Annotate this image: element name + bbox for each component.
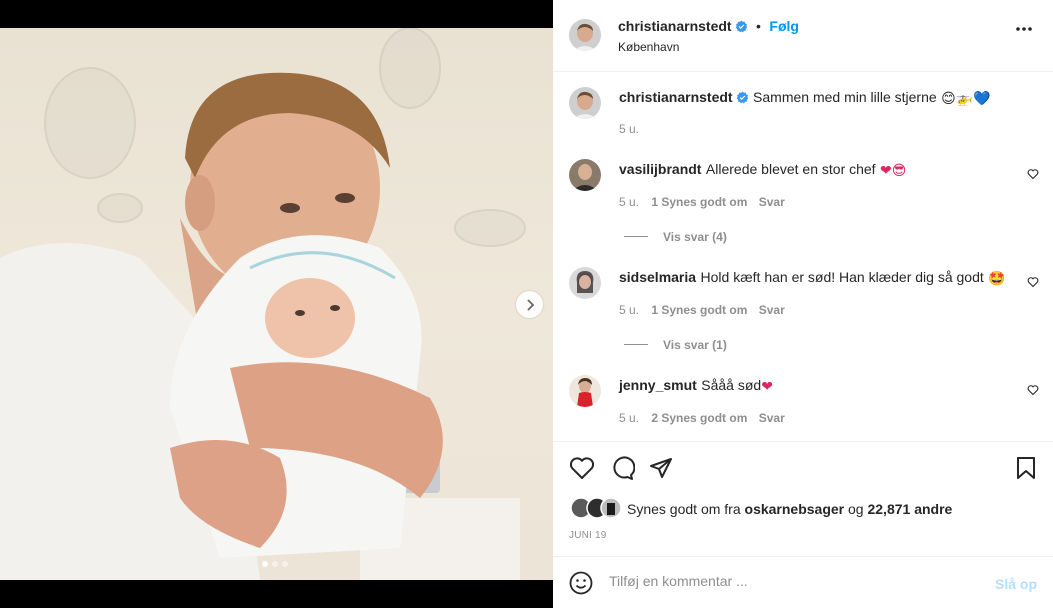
liker-avatar-stack: [570, 497, 622, 519]
comment-like-icon[interactable]: [1027, 276, 1039, 288]
caption: christianarnstedt Sammen med min lille s…: [619, 89, 991, 107]
view-replies-button[interactable]: Vis svar (1): [663, 338, 727, 352]
comment-meta: 5 u. 2 Synes godt om Svar: [619, 411, 785, 425]
reply-line: [624, 236, 648, 237]
comment: sidselmaria Hold kæft han er sød! Han kl…: [619, 269, 1006, 287]
follow-button[interactable]: Følg: [769, 18, 799, 34]
reply-button[interactable]: Svar: [759, 195, 785, 209]
post-media: [0, 0, 553, 608]
post-date[interactable]: JUNI 19: [569, 530, 607, 541]
likes-user[interactable]: oskarnebsager: [745, 501, 845, 517]
comment-time[interactable]: 5 u.: [619, 195, 639, 209]
comment-likes[interactable]: 2 Synes godt om: [651, 411, 747, 425]
comment-meta: 5 u. 1 Synes godt om Svar: [619, 195, 785, 209]
comment-likes[interactable]: 1 Synes godt om: [651, 303, 747, 317]
post-sidebar: christianarnstedt • Følg København chris…: [553, 0, 1053, 608]
comment-emojis: ❤😎: [880, 163, 907, 179]
likes-prefix: Synes godt om fra: [627, 501, 741, 517]
verified-icon: [735, 20, 747, 33]
emoji-icon[interactable]: [569, 571, 593, 595]
likes-conjunction: og: [848, 501, 864, 517]
comment: jenny_smut Sååå sød❤: [619, 377, 773, 395]
caption-avatar[interactable]: [569, 87, 601, 119]
author-username[interactable]: christianarnstedt: [618, 18, 732, 34]
caption-username[interactable]: christianarnstedt: [619, 89, 733, 105]
reply-button[interactable]: Svar: [759, 411, 785, 425]
author-avatar[interactable]: [569, 19, 601, 51]
comment: vasilijbrandt Allerede blevet en stor ch…: [619, 161, 906, 179]
reply-line: [624, 344, 648, 345]
post-comment-button[interactable]: Slå op: [995, 576, 1037, 592]
comment-meta: 5 u. 1 Synes godt om Svar: [619, 303, 785, 317]
comment-text: Hold kæft han er sød! Han klæder dig så …: [700, 269, 984, 285]
comment-emojis: 🤩: [988, 271, 1006, 287]
post-location[interactable]: København: [618, 40, 679, 54]
comment-username[interactable]: sidselmaria: [619, 269, 696, 285]
comment-text: Sååå sød: [701, 377, 762, 393]
share-icon[interactable]: [649, 456, 673, 480]
comment-text: Allerede blevet en stor chef: [705, 161, 876, 177]
carousel-indicator: [262, 561, 288, 567]
carousel-dot: [272, 561, 278, 567]
comment-avatar[interactable]: [569, 375, 601, 407]
avatar-image: [569, 87, 601, 119]
caption-time[interactable]: 5 u.: [619, 122, 639, 136]
comment-likes[interactable]: 1 Synes godt om: [651, 195, 747, 209]
comment-avatar[interactable]: [569, 159, 601, 191]
comment-composer: Slå op: [553, 556, 1053, 608]
comment-icon[interactable]: [609, 456, 635, 480]
likes-count[interactable]: 22,871 andre: [867, 501, 952, 517]
verified-icon: [736, 91, 748, 104]
carousel-dot: [282, 561, 288, 567]
liker-avatars[interactable]: [570, 497, 631, 519]
more-icon[interactable]: [1015, 26, 1033, 32]
chevron-right-icon: [526, 298, 534, 311]
comment-emojis: ❤: [761, 379, 773, 395]
avatar-image: [569, 19, 601, 51]
post-photo[interactable]: [0, 28, 553, 580]
comment-time[interactable]: 5 u.: [619, 303, 639, 317]
comment-like-icon[interactable]: [1027, 168, 1039, 180]
comment-username[interactable]: jenny_smut: [619, 377, 697, 393]
header-separator: •: [756, 18, 761, 34]
avatar-image: [569, 267, 601, 299]
photo-illustration: [0, 28, 526, 580]
comment-input[interactable]: [609, 573, 969, 589]
post-header: christianarnstedt • Følg København: [553, 0, 1053, 72]
likes-summary: Synes godt om fra oskarnebsager og 22,87…: [627, 501, 952, 517]
heart-icon[interactable]: [569, 456, 595, 480]
caption-text: Sammen med min lille stjerne: [753, 89, 937, 105]
reply-button[interactable]: Svar: [759, 303, 785, 317]
comment-time[interactable]: 5 u.: [619, 411, 639, 425]
carousel-dot: [262, 561, 268, 567]
view-replies-button[interactable]: Vis svar (4): [663, 230, 727, 244]
avatar-image: [569, 375, 601, 407]
caption-emojis: 😊🚁💙: [941, 91, 991, 107]
actions-divider: [553, 441, 1053, 442]
comment-username[interactable]: vasilijbrandt: [619, 161, 701, 177]
comment-like-icon[interactable]: [1027, 384, 1039, 396]
comment-avatar[interactable]: [569, 267, 601, 299]
avatar-image: [569, 159, 601, 191]
carousel-next-button[interactable]: [516, 291, 543, 318]
bookmark-icon[interactable]: [1015, 456, 1037, 480]
